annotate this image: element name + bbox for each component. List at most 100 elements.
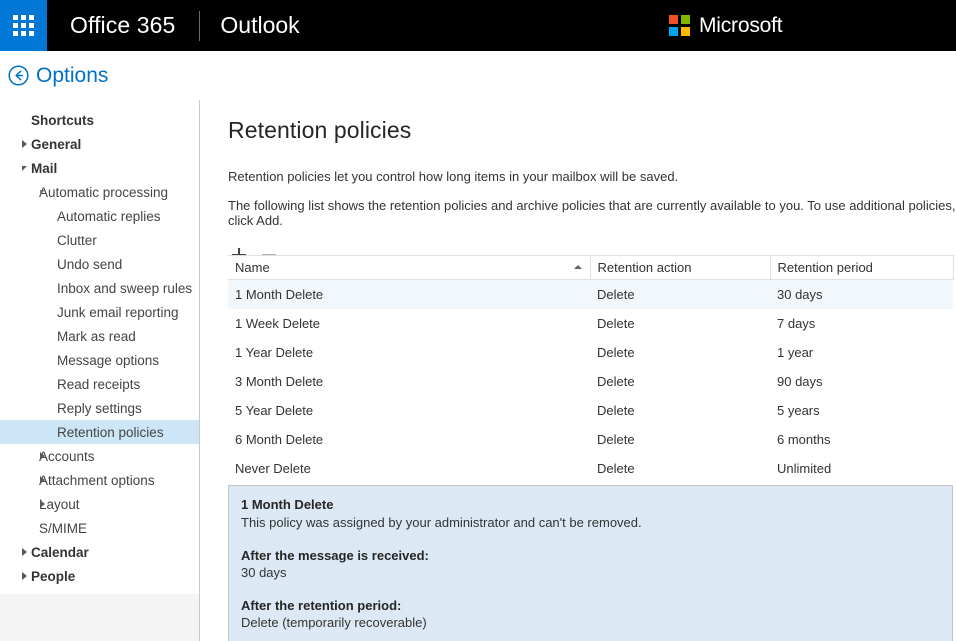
sidebar-item-layout[interactable]: Layout	[0, 492, 199, 516]
sidebar-item-label: S/MIME	[39, 521, 87, 536]
description-line-1: Retention policies let you control how l…	[228, 169, 956, 184]
sidebar-item-label: Calendar	[31, 545, 89, 560]
options-header: Options	[0, 51, 956, 100]
outlook-app-link[interactable]: Outlook	[200, 0, 319, 51]
chevron-right-icon[interactable]	[22, 572, 27, 580]
chevron-down-icon[interactable]	[22, 166, 27, 171]
retention-period-cell: 6 months	[770, 425, 953, 454]
policy-name-cell: 5 Year Delete	[228, 396, 590, 425]
sidebar-item-label: Retention policies	[57, 425, 164, 440]
microsoft-wordmark: Microsoft	[699, 14, 782, 38]
sidebar-item-message-options[interactable]: Message options	[0, 348, 199, 372]
table-row[interactable]: Never DeleteDeleteUnlimited	[228, 454, 953, 483]
table-row[interactable]: 3 Month DeleteDelete90 days	[228, 367, 953, 396]
retention-action-cell: Delete	[590, 338, 770, 367]
options-back-link[interactable]: Options	[8, 64, 108, 88]
chevron-right-icon[interactable]	[22, 140, 27, 148]
sidebar-item-label: People	[31, 569, 75, 584]
options-label: Options	[36, 64, 108, 88]
sort-ascending-icon	[574, 265, 582, 269]
options-sidebar: Shortcuts General Mail Automatic processing…	[0, 100, 200, 641]
table-row[interactable]: 6 Month DeleteDelete6 months	[228, 425, 953, 454]
sidebar-item-mark-as-read[interactable]: Mark as read	[0, 324, 199, 348]
retention-period-cell: Unlimited	[770, 454, 953, 483]
retention-action-cell: Delete	[590, 280, 770, 309]
chevron-right-icon[interactable]	[40, 500, 45, 508]
sidebar-item-label: Automatic replies	[57, 209, 161, 224]
sidebar-item-junk-email-reporting[interactable]: Junk email reporting	[0, 300, 199, 324]
policy-name-cell: 1 Year Delete	[228, 338, 590, 367]
sidebar-item-read-receipts[interactable]: Read receipts	[0, 372, 199, 396]
app-launcher-button[interactable]	[0, 0, 47, 51]
retention-period-cell: 7 days	[770, 309, 953, 338]
column-header-name[interactable]: Name	[228, 256, 590, 280]
details-retention-value: Delete (temporarily recoverable)	[241, 615, 940, 630]
sidebar-item-label: Inbox and sweep rules	[57, 281, 192, 296]
column-header-label: Retention period	[778, 260, 873, 275]
retention-period-cell: 1 year	[770, 338, 953, 367]
sidebar-item-label: Junk email reporting	[57, 305, 179, 320]
sidebar-item-calendar[interactable]: Calendar	[0, 540, 199, 564]
sidebar-item-inbox-and-sweep-rules[interactable]: Inbox and sweep rules	[0, 276, 199, 300]
table-row[interactable]: 5 Year DeleteDelete5 years	[228, 396, 953, 425]
sidebar-item-mail[interactable]: Mail	[0, 156, 199, 180]
retention-period-cell: 30 days	[770, 280, 953, 309]
details-note: This policy was assigned by your adminis…	[241, 515, 940, 530]
chevron-right-icon[interactable]	[40, 476, 45, 484]
column-header-retention-period[interactable]: Retention period	[770, 256, 953, 280]
sidebar-item-retention-policies[interactable]: Retention policies	[0, 420, 199, 444]
sidebar-item-automatic-replies[interactable]: Automatic replies	[0, 204, 199, 228]
details-retention-label: After the retention period:	[241, 598, 940, 613]
retention-policies-table: Name Retention action Retention period 1 M…	[228, 255, 954, 483]
sidebar-item-label: Accounts	[39, 449, 95, 464]
sidebar-item-shortcuts[interactable]: Shortcuts	[0, 108, 199, 132]
sidebar-item-label: Layout	[39, 497, 80, 512]
column-header-retention-action[interactable]: Retention action	[590, 256, 770, 280]
sidebar-item-people[interactable]: People	[0, 564, 199, 588]
table-row[interactable]: 1 Year DeleteDelete1 year	[228, 338, 953, 367]
chevron-right-icon[interactable]	[22, 548, 27, 556]
sidebar-item-label: Clutter	[57, 233, 97, 248]
sidebar-item-label: Mail	[31, 161, 57, 176]
circled-back-arrow-icon	[8, 65, 29, 86]
sidebar-item-label: Shortcuts	[31, 113, 94, 128]
retention-action-cell: Delete	[590, 309, 770, 338]
page-title: Retention policies	[228, 117, 956, 144]
sidebar-item-label: Read receipts	[57, 377, 140, 392]
retention-action-cell: Delete	[590, 454, 770, 483]
column-header-label: Retention action	[598, 260, 692, 275]
sidebar-item-general[interactable]: General	[0, 132, 199, 156]
table-row[interactable]: 1 Week DeleteDelete7 days	[228, 309, 953, 338]
policy-details-panel: 1 Month Delete This policy was assigned …	[228, 485, 953, 641]
sidebar-item-label: Mark as read	[57, 329, 136, 344]
sidebar-item-label: Automatic processing	[39, 185, 168, 200]
waffle-grid-icon	[13, 15, 34, 36]
description-line-2: The following list shows the retention p…	[228, 198, 956, 228]
retention-action-cell: Delete	[590, 396, 770, 425]
sidebar-item-clutter[interactable]: Clutter	[0, 228, 199, 252]
sidebar-item-automatic-processing[interactable]: Automatic processing	[0, 180, 199, 204]
chevron-right-icon[interactable]	[40, 452, 45, 460]
sidebar-item-undo-send[interactable]: Undo send	[0, 252, 199, 276]
sidebar-nav-list: Shortcuts General Mail Automatic processing…	[0, 100, 199, 594]
table-row[interactable]: 1 Month DeleteDelete30 days	[228, 280, 953, 309]
details-title: 1 Month Delete	[241, 497, 940, 512]
column-header-label: Name	[235, 260, 270, 275]
table-body: 1 Month DeleteDelete30 days1 Week Delete…	[228, 280, 953, 483]
microsoft-logo[interactable]: Microsoft	[669, 0, 782, 51]
chevron-down-icon[interactable]	[40, 190, 45, 195]
sidebar-item-label: Reply settings	[57, 401, 142, 416]
policy-name-cell: 1 Week Delete	[228, 309, 590, 338]
details-received-label: After the message is received:	[241, 548, 940, 563]
sidebar-item-label: General	[31, 137, 81, 152]
retention-action-cell: Delete	[590, 425, 770, 454]
sidebar-item-reply-settings[interactable]: Reply settings	[0, 396, 199, 420]
sidebar-item-attachment-options[interactable]: Attachment options	[0, 468, 199, 492]
office365-brand-link[interactable]: Office 365	[47, 0, 199, 51]
sidebar-item-s-mime[interactable]: S/MIME	[0, 516, 199, 540]
details-received-value: 30 days	[241, 565, 940, 580]
policy-name-cell: Never Delete	[228, 454, 590, 483]
sidebar-item-accounts[interactable]: Accounts	[0, 444, 199, 468]
policy-name-cell: 3 Month Delete	[228, 367, 590, 396]
suite-header-bar: Office 365 Outlook Microsoft	[0, 0, 956, 51]
